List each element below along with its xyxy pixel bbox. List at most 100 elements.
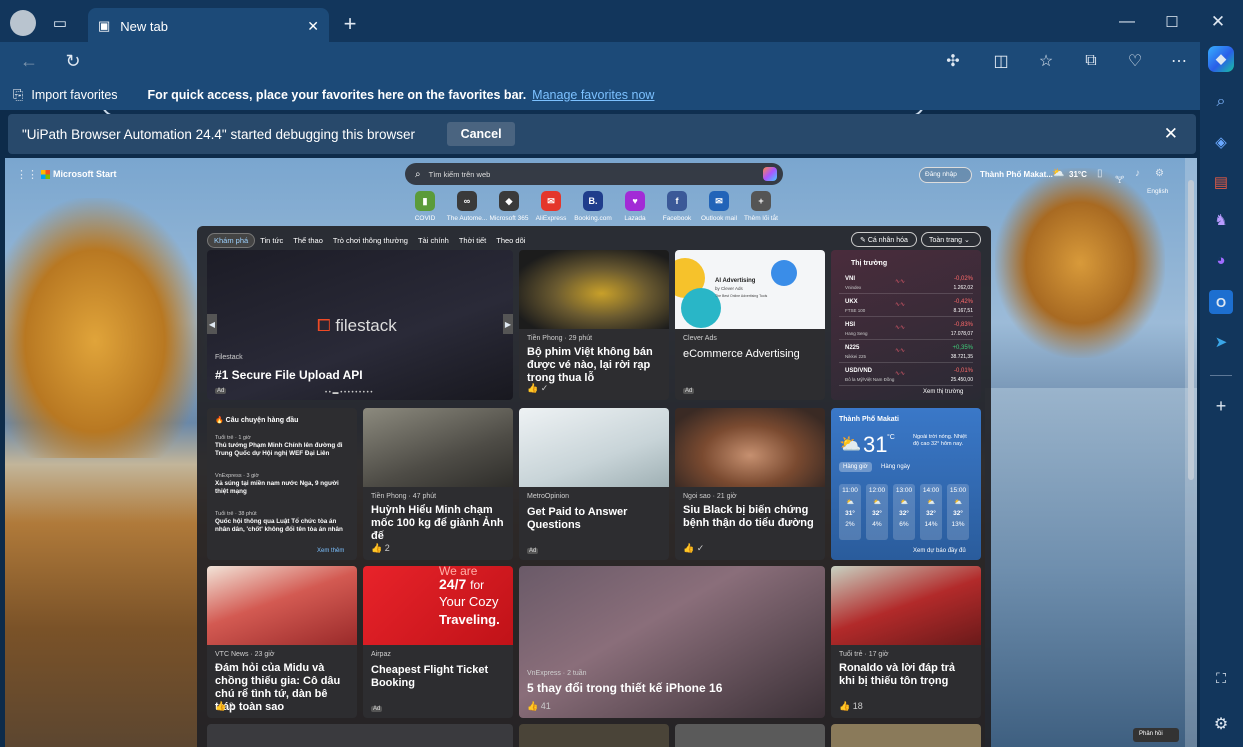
card-headline[interactable]: Ronaldo và lời đáp trả khi bị thiếu tôn … xyxy=(839,662,973,688)
new-tab-button[interactable]: + xyxy=(338,11,362,36)
news-card[interactable]: Tiền Phong · 47 phút Huỳnh Hiểu Minh chạ… xyxy=(363,408,513,560)
split-screen-icon[interactable]: ◫ xyxy=(990,50,1012,72)
more-icon[interactable]: ⋯ xyxy=(1168,50,1190,72)
weather-widget[interactable]: Thành Phố Makati ⛅ 31 °C Ngoài trời nóng… xyxy=(831,408,981,560)
market-row[interactable]: VNI Vnindex ∿∿ -0,02% 1.262,02 xyxy=(839,274,973,294)
favorites-icon[interactable]: ☆ xyxy=(1035,50,1057,72)
card-headline[interactable]: Bộ phim Việt không bán được vé nào, lại … xyxy=(527,346,661,385)
shortcut-item[interactable]: B. Booking.com xyxy=(572,191,614,222)
add-sidebar-app-icon[interactable]: + xyxy=(1209,394,1233,418)
market-row[interactable]: UKX FTSE 100 ∿∿ -0,42% 8.167,51 xyxy=(839,297,973,317)
news-card[interactable] xyxy=(675,724,825,747)
tab-the-thao[interactable]: Thể thao xyxy=(288,236,328,245)
import-favorites-button[interactable]: Import favorites xyxy=(31,88,117,102)
personalize-button[interactable]: ✎ Cá nhân hóa xyxy=(851,232,917,247)
card-headline[interactable]: Get Paid to Answer Questions xyxy=(527,506,661,532)
app-launcher-icon[interactable]: ⋮⋮ xyxy=(16,168,38,181)
back-icon[interactable]: ← xyxy=(18,50,40,72)
minimize-button[interactable]: — xyxy=(1115,10,1139,34)
market-more-link[interactable]: Xem thị trường xyxy=(923,389,963,395)
shortcut-item[interactable]: ∞ The Autome... xyxy=(446,191,488,222)
shortcut-item[interactable]: ◆ Microsoft 365 xyxy=(488,191,530,222)
news-card[interactable] xyxy=(207,724,513,747)
market-row[interactable]: USD/VND Đô la Mỹ/Việt Nam Đồng ∿∿ -0,01% 25.… xyxy=(839,366,973,386)
card-headline[interactable]: Siu Black bị biến chứng bệnh thận do tiể… xyxy=(683,504,817,530)
microsoft365-icon[interactable]: ◕ xyxy=(1209,248,1233,272)
refresh-icon[interactable]: ↻ xyxy=(62,50,84,72)
news-card[interactable]: Tuổi trẻ · 17 giờ Ronaldo và lời đáp trả… xyxy=(831,566,981,718)
card-headline[interactable]: eCommerce Advertising xyxy=(683,348,817,361)
see-more-link[interactable]: Xem thêm xyxy=(317,548,344,554)
close-tab-icon[interactable]: ✕ xyxy=(307,18,319,35)
outlook-icon[interactable]: O xyxy=(1209,290,1233,314)
like-icon[interactable]: 👍 ✓ xyxy=(683,543,704,554)
news-card[interactable] xyxy=(519,724,669,747)
header-temp[interactable]: 31°C xyxy=(1069,170,1087,179)
collections-icon[interactable]: ⧉ xyxy=(1080,50,1102,72)
market-widget[interactable]: Thị trường Xem thị trường VNI Vnindex ∿∿ -0… xyxy=(831,250,981,400)
notifications-icon[interactable]: ♪ xyxy=(1135,168,1140,179)
ad-card[interactable]: MetroOpinion Get Paid to Answer Question… xyxy=(519,408,669,560)
rewards-icon[interactable]: 🝖 xyxy=(1115,168,1124,189)
shortcut-item[interactable]: + Thêm lối tắt xyxy=(740,191,782,222)
tab-new-tab[interactable]: ▣ New tab ✕ xyxy=(88,8,329,44)
page-scrollbar[interactable] xyxy=(1185,158,1197,747)
shortcut-item[interactable]: ✉ AliExpress xyxy=(530,191,572,222)
view-select[interactable]: Toàn trang ⌄ xyxy=(921,232,981,247)
hero-headline[interactable]: #1 Secure File Upload API xyxy=(215,369,505,382)
tab-theo-doi[interactable]: Theo dõi xyxy=(491,236,530,245)
top-stories-card[interactable]: 🔥 Câu chuyện hàng đầu Xem thêm Tuổi trẻ … xyxy=(207,408,357,560)
shopping-icon[interactable]: ◈ xyxy=(1209,130,1233,154)
mobile-icon[interactable]: ▯ xyxy=(1097,168,1103,179)
top-story-item[interactable]: Tuổi trẻ · 1 giờ Thủ tướng Phạm Minh Chín… xyxy=(215,434,351,458)
browser-essentials-icon[interactable]: ♡ xyxy=(1124,50,1146,72)
tab-actions-icon[interactable]: ▭ xyxy=(50,14,70,32)
sidebar-settings-icon[interactable]: ⚙ xyxy=(1209,712,1233,736)
tools-icon[interactable]: ▤ xyxy=(1209,170,1233,194)
featured-news-card[interactable]: VnExpress · 2 tuần 5 thay đổi trong thiế… xyxy=(519,566,825,718)
like-icon[interactable]: 👍 ✓ xyxy=(527,383,548,394)
search-sidebar-icon[interactable]: ⌕ xyxy=(1209,90,1233,114)
news-card[interactable] xyxy=(831,724,981,747)
telegram-icon[interactable]: ➤ xyxy=(1209,330,1233,354)
card-headline[interactable]: Đám hỏi của Midu và chồng thiếu gia: Cô … xyxy=(215,662,349,714)
tab-kham-pha[interactable]: Khám phá xyxy=(207,232,256,248)
web-search-box[interactable]: ⌕ Tìm kiếm trên web xyxy=(405,163,783,185)
cancel-button[interactable]: Cancel xyxy=(447,122,516,146)
carousel-prev-icon[interactable]: ◀ xyxy=(207,314,217,334)
shortcut-item[interactable]: f Facebook xyxy=(656,191,698,222)
news-card[interactable]: Ngoi sao · 21 giờ Siu Black bị biến chứn… xyxy=(675,408,825,560)
top-story-item[interactable]: Tuổi trẻ · 38 phút Quốc hội thông qua Luậ… xyxy=(215,510,351,534)
shortcut-item[interactable]: ✉ Outlook mail xyxy=(698,191,740,222)
tab-tin-tuc[interactable]: Tin tức xyxy=(255,236,288,245)
news-card[interactable]: VTC News · 23 giờ Đám hỏi của Midu và ch… xyxy=(207,566,357,718)
tab-thoi-tiet[interactable]: Thời tiết xyxy=(454,236,491,245)
games-icon[interactable]: ♞ xyxy=(1209,208,1233,232)
weather-tab-hourly[interactable]: Hàng giờ xyxy=(839,462,872,472)
location-label[interactable]: Thành Phố Makat... xyxy=(980,170,1053,179)
tab-tai-chinh[interactable]: Tài chính xyxy=(413,236,454,245)
page-settings-icon[interactable]: ⚙ xyxy=(1155,168,1164,179)
weather-more-link[interactable]: Xem dự báo đầy đủ xyxy=(913,548,966,554)
screenshot-icon[interactable]: ⛶ xyxy=(1209,666,1233,690)
close-infobar-icon[interactable]: ✕ xyxy=(1164,124,1178,144)
extensions-icon[interactable]: ✣ xyxy=(942,50,964,72)
market-row[interactable]: N225 Nikkei 225 ∿∿ +0,35% 38.721,35 xyxy=(839,343,973,363)
like-count[interactable]: 👍 18 xyxy=(839,701,863,712)
hero-card[interactable]: ⧠ filestack ◀ ▶ Filestack #1 Secure File… xyxy=(207,250,513,400)
weather-tab-daily[interactable]: Hàng ngày xyxy=(877,462,914,472)
news-card[interactable]: Tiền Phong · 29 phút Bộ phim Việt không … xyxy=(519,250,669,400)
shortcut-item[interactable]: ♥ Lazada xyxy=(614,191,656,222)
like-count[interactable]: 👍 2 xyxy=(371,543,390,554)
tab-tro-choi[interactable]: Trò chơi thông thường xyxy=(328,236,413,245)
ad-card[interactable]: AI Advertising by Clever Ads The Best On… xyxy=(675,250,825,400)
card-headline[interactable]: Cheapest Flight Ticket Booking xyxy=(371,664,505,690)
profile-avatar[interactable] xyxy=(10,10,36,36)
ad-card[interactable]: We are 24/7 for Your Cozy Traveling. Air… xyxy=(363,566,513,718)
signin-button[interactable]: Đăng nhập xyxy=(919,167,972,183)
market-row[interactable]: HSI Hang Seng ∿∿ -0,83% 17.078,07 xyxy=(839,320,973,340)
copilot-icon[interactable]: ◆ xyxy=(1208,46,1234,72)
language-label[interactable]: English xyxy=(1147,188,1168,195)
maximize-button[interactable]: ☐ xyxy=(1160,10,1184,34)
top-story-item[interactable]: VnExpress · 3 giờ Xả súng tại miền nam nư… xyxy=(215,472,351,496)
